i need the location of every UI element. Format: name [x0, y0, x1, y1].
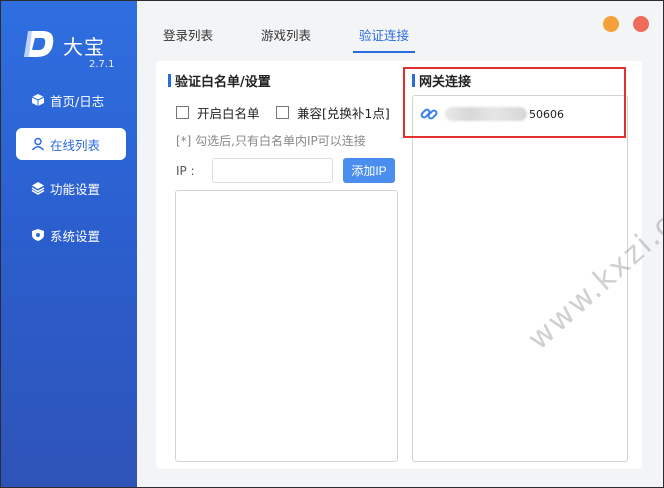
layers-icon — [30, 180, 46, 196]
shield-icon — [30, 227, 46, 243]
tab-verify-connection[interactable]: 验证连接 — [353, 25, 416, 53]
ip-label: IP : — [176, 164, 195, 178]
tab-game-list[interactable]: 游戏列表 — [255, 25, 317, 53]
app-version: 2.7.1 — [89, 59, 115, 70]
sidebar: 大宝 2.7.1 首页/日志 在线列表 功能设置 系统设置 — [1, 1, 137, 487]
user-icon — [30, 136, 46, 152]
whitelist-hint: [*] 勾选后,只有白名单内IP可以连接 — [176, 134, 366, 148]
sidebar-item-label: 首页/日志 — [50, 93, 105, 109]
tab-bar: 登录列表 游戏列表 验证连接 — [157, 25, 451, 55]
whitelist-section-title: 验证白名单/设置 — [168, 71, 271, 90]
sidebar-item-home-log[interactable]: 首页/日志 — [16, 84, 126, 116]
tab-login-list[interactable]: 登录列表 — [157, 25, 219, 53]
sidebar-item-label: 在线列表 — [50, 137, 101, 153]
checkbox-box[interactable] — [276, 106, 289, 119]
cube-icon — [30, 92, 46, 108]
sidebar-item-system-settings[interactable]: 系统设置 — [16, 219, 126, 251]
whitelist-title-text: 验证白名单/设置 — [175, 75, 271, 90]
minimize-button[interactable] — [603, 16, 619, 32]
enable-whitelist-checkbox[interactable]: 开启白名单 — [176, 103, 260, 122]
close-button[interactable] — [633, 16, 649, 32]
highlight-annotation — [403, 67, 626, 138]
ip-input[interactable] — [212, 158, 333, 183]
sidebar-item-feature-settings[interactable]: 功能设置 — [16, 172, 126, 204]
compat-exchange-checkbox[interactable]: 兼容[兑换补1点] — [276, 103, 390, 122]
checkbox-label: 开启白名单 — [197, 106, 260, 121]
add-ip-button[interactable]: 添加IP — [343, 158, 395, 183]
checkbox-label: 兼容[兑换补1点] — [297, 106, 390, 121]
sidebar-item-online-list[interactable]: 在线列表 — [16, 128, 126, 160]
sidebar-item-label: 系统设置 — [50, 228, 101, 244]
app-name: 大宝 — [63, 35, 105, 59]
whitelist-list[interactable] — [175, 190, 398, 462]
checkbox-box[interactable] — [176, 106, 189, 119]
title-accent-bar — [168, 74, 171, 87]
sidebar-item-label: 功能设置 — [50, 181, 101, 197]
app-logo-icon — [24, 31, 54, 57]
app-window: 大宝 2.7.1 首页/日志 在线列表 功能设置 系统设置 登录列表 游戏列表 … — [0, 0, 664, 488]
